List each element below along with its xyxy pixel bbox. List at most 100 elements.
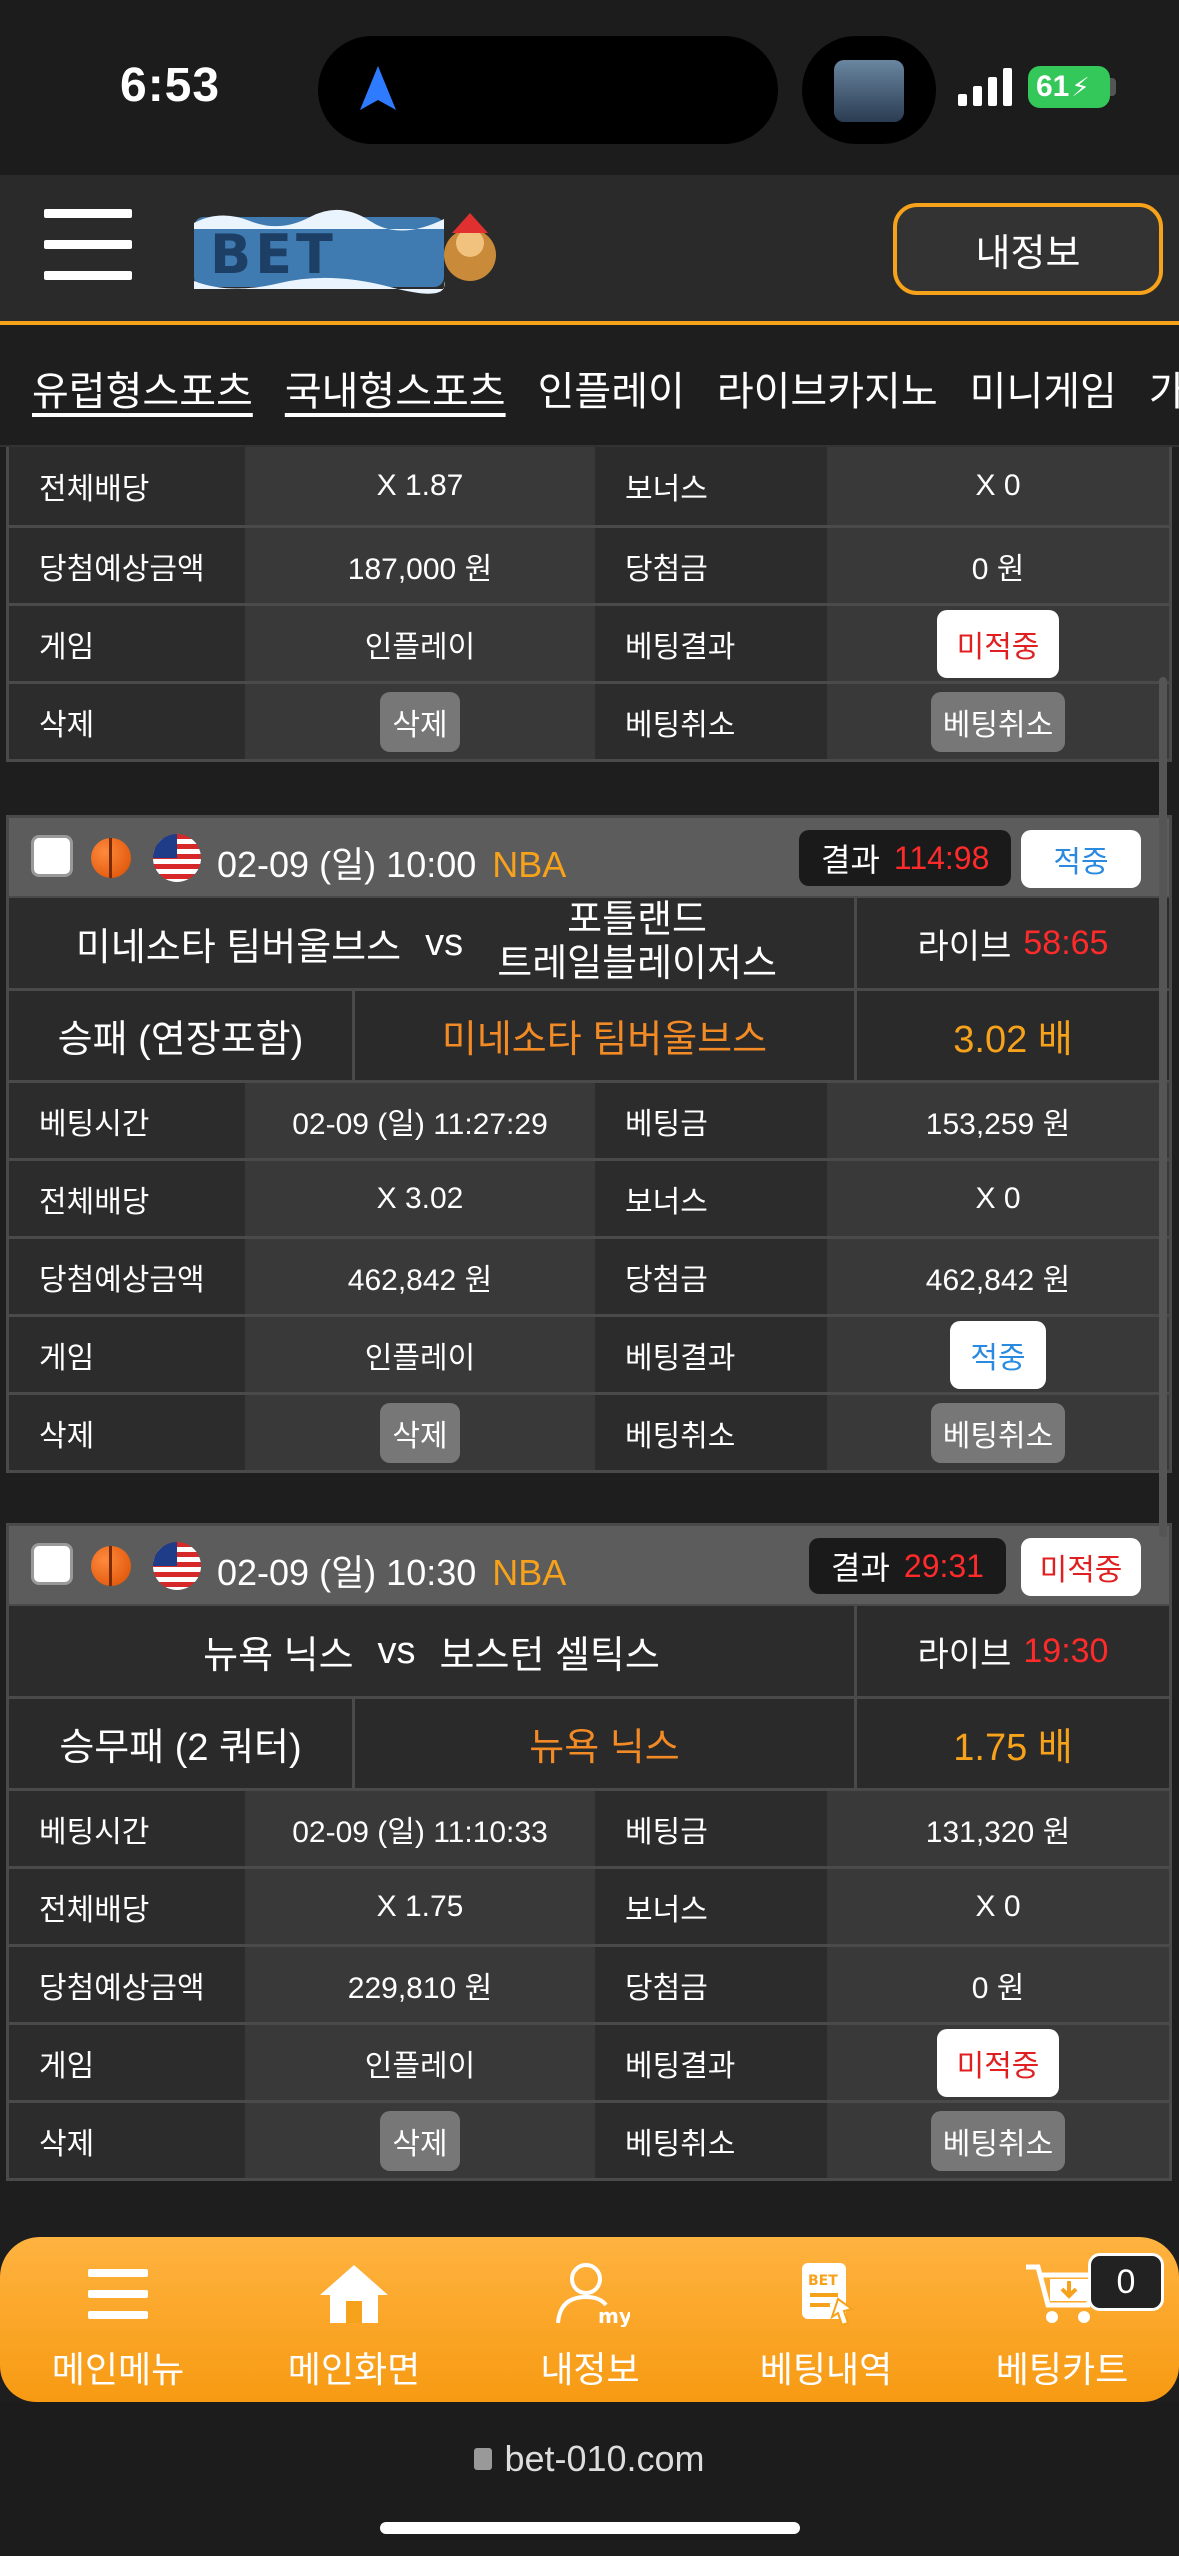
live-score: 19:30	[1023, 1631, 1109, 1670]
battery-tip	[1110, 78, 1116, 96]
live-activity	[802, 36, 936, 144]
label-expected-win: 당첨예상금액	[9, 528, 245, 603]
select-checkbox[interactable]	[31, 835, 73, 877]
value-game: 인플레이	[245, 606, 595, 681]
label-bet-result: 베팅결과	[595, 2025, 827, 2100]
bet-history-icon: BET	[802, 2263, 855, 2327]
match-row: 미네소타 팀버울브스 vs 포틀랜드 트레일블레이저스 라이브 58:65	[9, 896, 1169, 988]
bet-result-badge: 미적중	[936, 609, 1060, 678]
dynamic-island	[318, 36, 778, 144]
nav-home[interactable]: 메인화면	[236, 2237, 472, 2402]
svg-text:BET: BET	[210, 223, 337, 286]
label-bet-amount: 베팅금	[595, 1791, 827, 1866]
label-bonus: 보너스	[595, 447, 827, 525]
label-bonus: 보너스	[595, 1161, 827, 1236]
delete-button[interactable]: 삭제	[380, 2110, 460, 2171]
lock-icon	[474, 2448, 493, 2471]
value-win-amount: 0 원	[827, 1947, 1169, 2022]
cancel-bet-button[interactable]: 베팅취소	[930, 2110, 1066, 2171]
nav-bet-history[interactable]: BET 베팅내역	[708, 2237, 944, 2402]
battery-level: 61	[1036, 70, 1070, 103]
bet-card-header: 02-09 (일) 10:30 NBA 결과 29:31 미적중	[9, 1526, 1169, 1604]
selection-name: 미네소타 팀버울브스	[355, 991, 857, 1080]
result-label: 결과	[831, 1550, 890, 1586]
basketball-icon	[91, 838, 131, 878]
bottom-nav: 메인메뉴 메인화면 my 내정보 BET 베팅내역 베팅카트	[0, 2237, 1179, 2402]
nav-label: 메인화면	[287, 2349, 421, 2390]
tab-european-sports[interactable]: 유럽형스포츠	[32, 359, 253, 423]
location-arrow-icon	[360, 66, 396, 110]
value-expected-win: 229,810 원	[245, 1947, 595, 2022]
select-checkbox[interactable]	[31, 1543, 73, 1585]
label-bet-amount: 베팅금	[595, 1083, 827, 1158]
address-bar[interactable]: bet-010.com	[0, 2438, 1179, 2480]
nav-main-menu[interactable]: 메인메뉴	[0, 2237, 236, 2402]
bet-result-badge: 미적중	[936, 2028, 1060, 2097]
label-game: 게임	[9, 1317, 245, 1392]
label-bet-time: 베팅시간	[9, 1791, 245, 1866]
nav-label: 베팅카트	[995, 2349, 1129, 2390]
myinfo-button[interactable]: 내정보	[893, 203, 1163, 295]
delete-button[interactable]: 삭제	[380, 1402, 460, 1463]
nav-label: 내정보	[540, 2349, 640, 2390]
value-win-amount: 0 원	[827, 528, 1169, 603]
live-label: 라이브	[917, 927, 1012, 966]
value-bonus: X 0	[827, 1161, 1169, 1236]
label-win-amount: 당첨금	[595, 1239, 827, 1314]
result-score: 114:98	[893, 839, 990, 876]
status-bar: 6:53 61 ⚡	[0, 0, 1179, 175]
selection-name: 뉴욕 닉스	[355, 1699, 857, 1788]
cancel-bet-button[interactable]: 베팅취소	[930, 1402, 1066, 1463]
usa-flag-icon	[153, 1542, 201, 1590]
label-bet-result: 베팅결과	[595, 606, 827, 681]
url-text: bet-010.com	[504, 2438, 705, 2479]
tab-virtual-game[interactable]: 가상게임	[1149, 359, 1179, 423]
tab-domestic-sports[interactable]: 국내형스포츠	[285, 359, 506, 423]
scrollbar[interactable]	[1159, 677, 1167, 1537]
value-expected-win: 187,000 원	[245, 528, 595, 603]
market-name: 승무패 (2 쿼터)	[9, 1699, 355, 1788]
hamburger-menu-icon[interactable]	[44, 209, 132, 281]
value-bet-time: 02-09 (일) 11:10:33	[245, 1791, 595, 1866]
value-win-amount: 462,842 원	[827, 1239, 1169, 1314]
label-win-amount: 당첨금	[595, 1947, 827, 2022]
label-win-amount: 당첨금	[595, 528, 827, 603]
tab-inplay[interactable]: 인플레이	[538, 359, 685, 423]
value-total-odds: X 1.87	[245, 447, 595, 525]
label-cancel-bet: 베팅취소	[595, 684, 827, 759]
label-game: 게임	[9, 606, 245, 681]
cart-count-badge: 0	[1088, 2253, 1164, 2311]
nav-myinfo[interactable]: my 내정보	[472, 2237, 708, 2402]
tab-minigame[interactable]: 미니게임	[970, 359, 1117, 423]
status-badge: 미적중	[1021, 1538, 1141, 1596]
tab-live-casino[interactable]: 라이브카지노	[717, 359, 938, 423]
status-badge: 적중	[1021, 830, 1141, 888]
user-icon: my	[556, 2263, 630, 2327]
home-indicator[interactable]	[380, 2522, 800, 2534]
label-bonus: 보너스	[595, 1869, 827, 1944]
label-game: 게임	[9, 2025, 245, 2100]
league-name: NBA	[492, 1552, 567, 1593]
label-bet-result: 베팅결과	[595, 1317, 827, 1392]
cancel-bet-button[interactable]: 베팅취소	[930, 691, 1066, 752]
result-score: 29:31	[903, 1547, 984, 1584]
value-expected-win: 462,842 원	[245, 1239, 595, 1314]
site-logo[interactable]: BET	[190, 203, 510, 299]
value-game: 인플레이	[245, 1317, 595, 1392]
match-datetime: 02-09 (일) 10:30	[217, 1552, 477, 1593]
sports-tab-bar: 유럽형스포츠 국내형스포츠 인플레이 라이브카지노 미니게임 가상게임	[0, 329, 1179, 447]
live-label: 라이브	[917, 1635, 1012, 1674]
label-expected-win: 당첨예상금액	[9, 1947, 245, 2022]
label-total-odds: 전체배당	[9, 447, 245, 525]
value-bet-time: 02-09 (일) 11:27:29	[245, 1083, 595, 1158]
pick-row: 승무패 (2 쿼터) 뉴욕 닉스 1.75 배	[9, 1696, 1169, 1788]
value-bet-amount: 131,320 원	[827, 1791, 1169, 1866]
label-cancel-bet: 베팅취소	[595, 1395, 827, 1470]
bet-history-list[interactable]: 전체배당 X 1.87 보너스 X 0 당첨예상금액 187,000 원 당첨금…	[0, 447, 1179, 2237]
bet-result-badge: 적중	[950, 1320, 1046, 1389]
value-total-odds: X 1.75	[245, 1869, 595, 1944]
delete-button[interactable]: 삭제	[380, 691, 460, 752]
away-team: 보스턴 셀틱스	[439, 1634, 660, 1677]
result-label: 결과	[821, 842, 880, 878]
browser-bar: bet-010.com	[0, 2402, 1179, 2556]
